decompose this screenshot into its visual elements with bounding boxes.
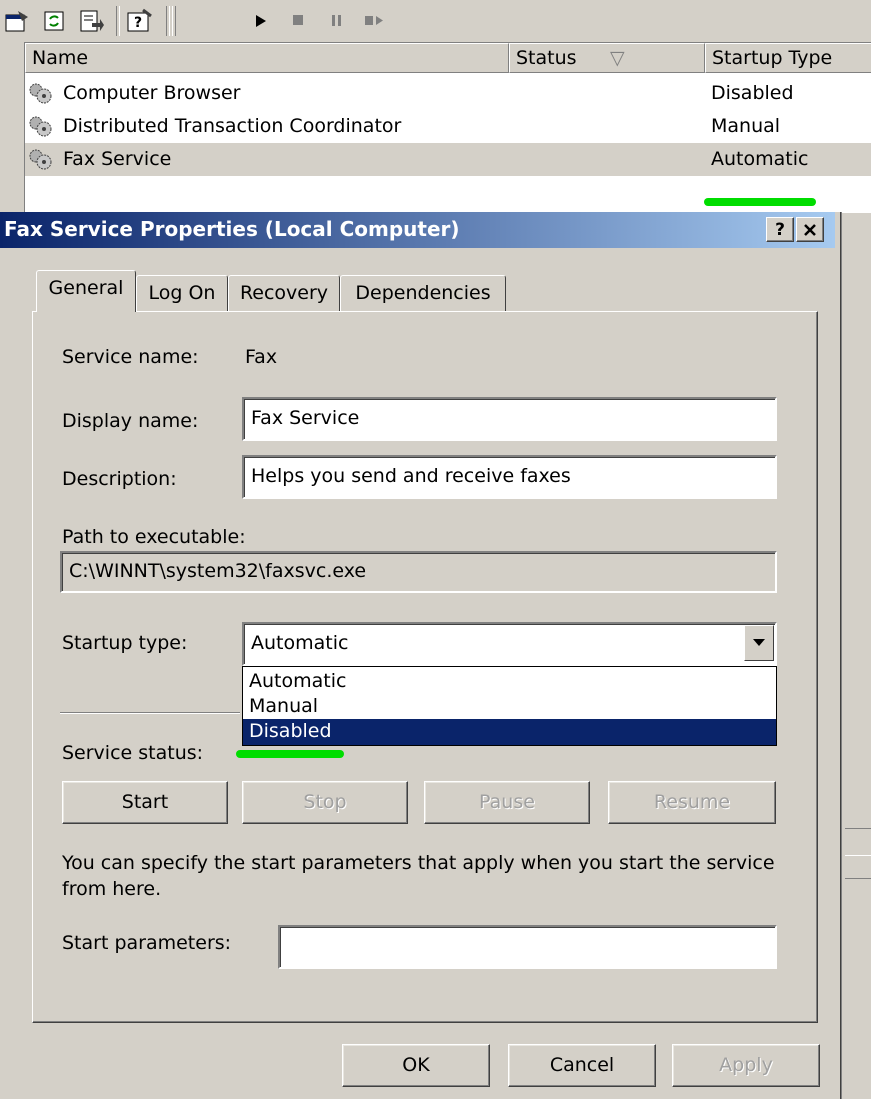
option-disabled[interactable]: Disabled [243,719,776,745]
sort-indicator-icon: ▽ [610,47,625,69]
option-automatic[interactable]: Automatic [243,669,776,695]
table-row[interactable]: Computer Browser Disabled [25,77,871,110]
stop-service-icon [284,7,314,35]
start-parameters-label: Start parameters: [62,932,232,954]
svg-text:?: ? [134,15,142,31]
column-header-status[interactable]: Status ▽ [509,43,705,73]
start-service-icon[interactable] [246,7,276,35]
toolbar: ? [0,0,871,42]
help-icon[interactable]: ? [124,7,154,35]
display-name-label: Display name: [62,410,199,432]
tab-recovery[interactable]: Recovery [228,275,340,312]
startup-type-dropdown-list: Automatic Manual Disabled [242,666,777,746]
service-name-label: Service name: [62,346,199,368]
dialog-titlebar[interactable]: Fax Service Properties (Local Computer) … [0,212,835,248]
apply-button: Apply [672,1044,820,1087]
toolbar-separator [116,6,120,36]
close-button[interactable] [796,217,824,242]
startup-type-label: Startup type: [62,632,188,654]
start-parameters-field[interactable] [278,925,777,969]
refresh-icon[interactable] [40,7,70,35]
service-name-value: Fax [245,346,278,368]
display-name-field[interactable]: Fax Service [242,397,777,441]
description-field[interactable]: Helps you send and receive faxes [242,455,777,499]
ok-button[interactable]: OK [342,1044,490,1087]
properties-icon[interactable] [2,7,32,35]
tab-general[interactable]: General [36,270,136,312]
service-status-label: Service status: [62,742,204,764]
service-name: Computer Browser [63,82,241,104]
table-row[interactable]: Distributed Transaction Coordinator Manu… [25,110,871,143]
background-divider [845,828,871,856]
startup-type-select[interactable]: Automatic [242,622,777,666]
tab-dependencies[interactable]: Dependencies [340,275,506,312]
annotation-underline [236,750,344,758]
service-startup-type: Automatic [711,148,809,170]
gears-icon [29,83,52,104]
gears-icon [29,149,52,170]
services-list: Name Status ▽ Startup Type Computer Brow… [24,42,871,213]
column-header-name[interactable]: Name [25,43,509,73]
pause-service-icon [322,7,352,35]
chevron-down-icon[interactable] [744,625,774,661]
column-header-startup-type[interactable]: Startup Type [705,43,871,73]
service-startup-type: Manual [711,115,781,137]
annotation-underline [704,198,816,206]
option-manual[interactable]: Manual [243,694,776,720]
cancel-button[interactable]: Cancel [508,1044,656,1087]
export-list-icon[interactable] [76,7,106,35]
column-header-status-label: Status [516,47,577,69]
service-name: Fax Service [63,148,172,170]
resume-button: Resume [608,781,776,824]
divider [60,712,240,714]
tab-log-on[interactable]: Log On [136,275,228,312]
path-label: Path to executable: [62,526,246,548]
pause-button: Pause [424,781,590,824]
service-startup-type: Disabled [711,82,794,104]
restart-service-icon [360,7,390,35]
help-button[interactable]: ? [766,217,794,242]
close-icon [804,223,816,236]
stop-button: Stop [242,781,408,824]
startup-type-value: Automatic [251,632,349,654]
toolbar-separator [172,6,176,36]
table-row-selected[interactable]: Fax Service Automatic [25,143,871,176]
path-field[interactable]: C:\WINNT\system32\faxsvc.exe [60,551,777,593]
background-divider [845,878,871,879]
start-button[interactable]: Start [62,781,228,824]
description-label: Description: [62,468,177,490]
dialog-title: Fax Service Properties (Local Computer) [4,217,460,241]
start-parameters-hint: You can specify the start parameters tha… [62,852,775,900]
toolbar-separator [166,6,170,36]
gears-icon [29,116,52,137]
service-name: Distributed Transaction Coordinator [63,115,402,137]
